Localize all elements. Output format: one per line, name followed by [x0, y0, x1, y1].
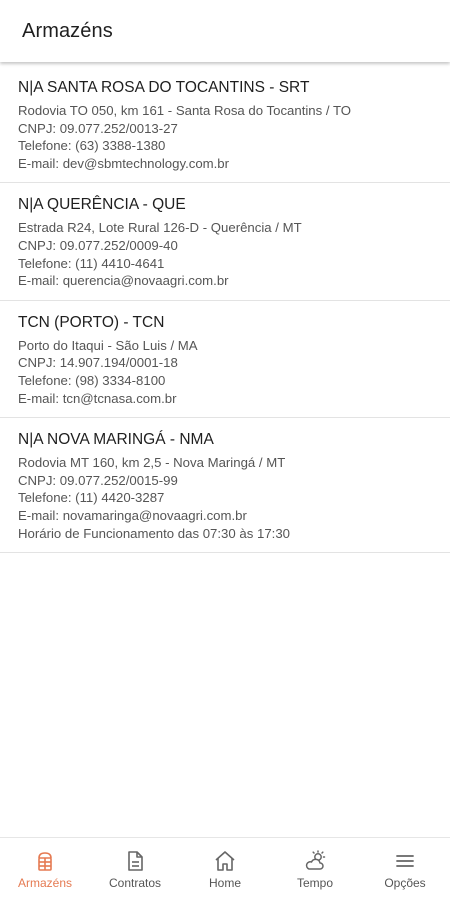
warehouse-cnpj: CNPJ: 14.907.194/0001-18: [18, 355, 178, 371]
warehouse-name: N|A NOVA MARINGÁ - NMA: [18, 431, 214, 449]
nav-tempo[interactable]: Tempo: [270, 838, 360, 900]
nav-armazens[interactable]: Armazéns: [0, 838, 90, 900]
warehouse-item[interactable]: TCN (PORTO) - TCN Porto do Itaqui - São …: [0, 301, 450, 419]
warehouse-item[interactable]: N|A NOVA MARINGÁ - NMA Rodovia MT 160, k…: [0, 418, 450, 554]
home-icon: [215, 850, 235, 871]
weather-icon: [305, 849, 326, 870]
app-bar: Armazéns: [0, 0, 450, 62]
warehouse-name: N|A SANTA ROSA DO TOCANTINS - SRT: [18, 79, 310, 96]
silo-icon: [38, 851, 52, 871]
nav-armazens-label: Armazéns: [17, 875, 73, 890]
warehouse-cnpj: CNPJ: 09.077.252/0009-40: [18, 237, 178, 253]
warehouse-email: E-mail: querencia@novaagri.com.br: [18, 273, 229, 289]
warehouse-address: Rodovia MT 160, km 2,5 - Nova Maringá / …: [18, 455, 286, 471]
menu-icon: [396, 854, 414, 867]
nav-home[interactable]: Home: [180, 838, 270, 900]
warehouse-email: E-mail: novamaringa@novaagri.com.br: [18, 507, 247, 523]
warehouse-address: Porto do Itaqui - São Luis / MA: [18, 337, 198, 353]
warehouse-cnpj: CNPJ: 09.077.252/0015-99: [18, 472, 178, 488]
warehouse-list: N|A SANTA ROSA DO TOCANTINS - SRT Rodovi…: [0, 66, 450, 554]
page-title: Armazéns: [22, 19, 113, 42]
warehouse-address: Rodovia TO 050, km 161 - Santa Rosa do T…: [18, 103, 352, 118]
document-icon: [128, 850, 143, 871]
warehouse-email: E-mail: dev@sbmtechnology.com.br: [18, 155, 230, 171]
nav-home-label: Home: [208, 875, 241, 890]
warehouse-cnpj: CNPJ: 09.077.252/0013-27: [18, 120, 178, 136]
nav-contratos-label: Contratos: [108, 875, 162, 890]
nav-tempo-label: Tempo: [296, 875, 334, 890]
bottom-navigation: Armazéns Contratos Home Tempo Opções: [0, 837, 450, 900]
warehouse-phone: Telefone: (63) 3388-1380: [18, 138, 166, 154]
warehouse-email: E-mail: tcn@tcnasa.com.br: [18, 390, 177, 406]
warehouse-item[interactable]: N|A QUERÊNCIA - QUE Estrada R24, Lote Ru…: [0, 183, 450, 301]
warehouse-phone: Telefone: (11) 4420-3287: [18, 490, 165, 506]
nav-contratos[interactable]: Contratos: [90, 838, 180, 900]
warehouse-name: TCN (PORTO) - TCN: [18, 313, 165, 331]
nav-opcoes[interactable]: Opções: [360, 838, 450, 900]
warehouse-phone: Telefone: (98) 3334-8100: [18, 372, 166, 388]
warehouse-hours: Horário de Funcionamento das 07:30 às 17…: [18, 525, 290, 541]
nav-opcoes-label: Opções: [384, 875, 426, 890]
warehouse-name: N|A QUERÊNCIA - QUE: [18, 196, 186, 214]
warehouse-address: Estrada R24, Lote Rural 126-D - Querênci…: [18, 220, 302, 236]
warehouse-phone: Telefone: (11) 4410-4641: [18, 255, 165, 271]
warehouse-item[interactable]: N|A SANTA ROSA DO TOCANTINS - SRT Rodovi…: [0, 66, 450, 184]
